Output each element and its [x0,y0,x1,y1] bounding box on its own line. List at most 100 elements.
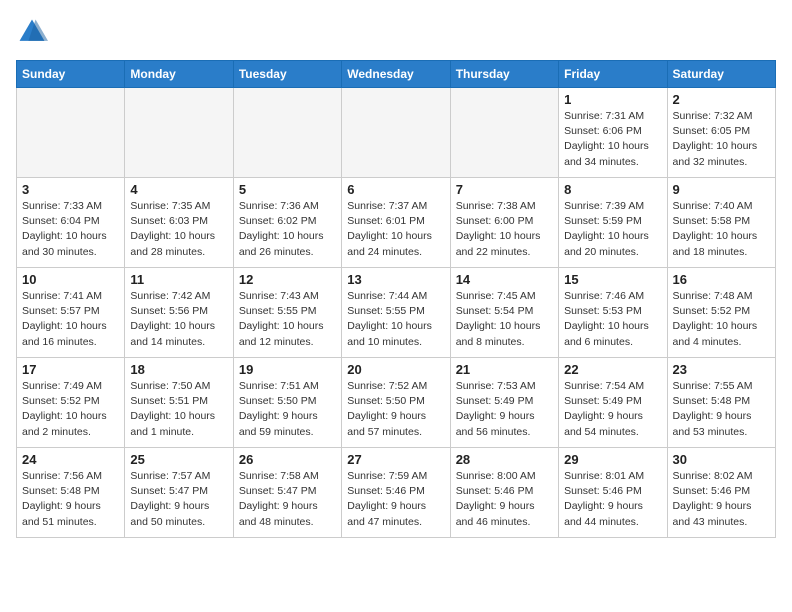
calendar-cell: 23 Sunrise: 7:55 AM Sunset: 5:48 PM Dayli… [667,358,775,448]
calendar-cell: 28 Sunrise: 8:00 AM Sunset: 5:46 PM Dayli… [450,448,558,538]
calendar-cell: 6 Sunrise: 7:37 AM Sunset: 6:01 PM Daylig… [342,178,450,268]
day-info: Sunrise: 7:54 AM Sunset: 5:49 PM Dayligh… [564,379,661,440]
day-info: Sunrise: 7:44 AM Sunset: 5:55 PM Dayligh… [347,289,444,350]
day-info: Sunrise: 8:02 AM Sunset: 5:46 PM Dayligh… [673,469,770,530]
day-info: Sunrise: 7:56 AM Sunset: 5:48 PM Dayligh… [22,469,119,530]
day-number: 10 [22,272,119,287]
day-info: Sunrise: 7:57 AM Sunset: 5:47 PM Dayligh… [130,469,227,530]
day-number: 17 [22,362,119,377]
day-info: Sunrise: 7:40 AM Sunset: 5:58 PM Dayligh… [673,199,770,260]
day-number: 6 [347,182,444,197]
calendar-cell: 14Sunrise: 7:45 AM Sunset: 5:54 PM Dayli… [450,268,558,358]
calendar-cell: 1 Sunrise: 7:31 AM Sunset: 6:06 PM Daylig… [559,88,667,178]
calendar-cell: 30Sunrise: 8:02 AM Sunset: 5:46 PM Dayli… [667,448,775,538]
calendar-cell: 12 Sunrise: 7:43 AM Sunset: 5:55 PM Dayli… [233,268,341,358]
calendar-cell: 21 Sunrise: 7:53 AM Sunset: 5:49 PM Dayli… [450,358,558,448]
day-number: 9 [673,182,770,197]
calendar-body: 1 Sunrise: 7:31 AM Sunset: 6:06 PM Daylig… [17,88,776,538]
calendar-cell: 24 Sunrise: 7:56 AM Sunset: 5:48 PM Dayli… [17,448,125,538]
day-info: Sunrise: 7:51 AM Sunset: 5:50 PM Dayligh… [239,379,336,440]
day-info: Sunrise: 7:48 AM Sunset: 5:52 PM Dayligh… [673,289,770,350]
day-number: 2 [673,92,770,107]
calendar-cell: 27 Sunrise: 7:59 AM Sunset: 5:46 PM Dayli… [342,448,450,538]
day-number: 11 [130,272,227,287]
day-info: Sunrise: 7:35 AM Sunset: 6:03 PM Dayligh… [130,199,227,260]
day-header: Saturday [667,61,775,88]
day-number: 5 [239,182,336,197]
calendar-week-row: 1 Sunrise: 7:31 AM Sunset: 6:06 PM Daylig… [17,88,776,178]
day-info: Sunrise: 7:36 AM Sunset: 6:02 PM Dayligh… [239,199,336,260]
calendar-cell [233,88,341,178]
day-number: 14 [456,272,553,287]
day-number: 28 [456,452,553,467]
day-info: Sunrise: 7:59 AM Sunset: 5:46 PM Dayligh… [347,469,444,530]
day-info: Sunrise: 7:32 AM Sunset: 6:05 PM Dayligh… [673,109,770,170]
day-info: Sunrise: 8:00 AM Sunset: 5:46 PM Dayligh… [456,469,553,530]
day-number: 19 [239,362,336,377]
day-info: Sunrise: 7:33 AM Sunset: 6:04 PM Dayligh… [22,199,119,260]
calendar-cell: 4 Sunrise: 7:35 AM Sunset: 6:03 PM Daylig… [125,178,233,268]
calendar-cell: 18 Sunrise: 7:50 AM Sunset: 5:51 PM Dayli… [125,358,233,448]
calendar-cell: 16 Sunrise: 7:48 AM Sunset: 5:52 PM Dayli… [667,268,775,358]
day-info: Sunrise: 7:58 AM Sunset: 5:47 PM Dayligh… [239,469,336,530]
day-number: 29 [564,452,661,467]
day-info: Sunrise: 7:38 AM Sunset: 6:00 PM Dayligh… [456,199,553,260]
day-number: 16 [673,272,770,287]
day-info: Sunrise: 7:37 AM Sunset: 6:01 PM Dayligh… [347,199,444,260]
calendar-cell: 8 Sunrise: 7:39 AM Sunset: 5:59 PM Daylig… [559,178,667,268]
calendar-cell: 3 Sunrise: 7:33 AM Sunset: 6:04 PM Daylig… [17,178,125,268]
day-number: 24 [22,452,119,467]
day-info: Sunrise: 7:43 AM Sunset: 5:55 PM Dayligh… [239,289,336,350]
day-header: Monday [125,61,233,88]
calendar-cell: 25 Sunrise: 7:57 AM Sunset: 5:47 PM Dayli… [125,448,233,538]
day-number: 27 [347,452,444,467]
day-info: Sunrise: 7:31 AM Sunset: 6:06 PM Dayligh… [564,109,661,170]
day-number: 3 [22,182,119,197]
day-info: Sunrise: 8:01 AM Sunset: 5:46 PM Dayligh… [564,469,661,530]
logo [16,16,52,48]
day-header: Tuesday [233,61,341,88]
day-info: Sunrise: 7:52 AM Sunset: 5:50 PM Dayligh… [347,379,444,440]
day-number: 25 [130,452,227,467]
calendar-cell: 26Sunrise: 7:58 AM Sunset: 5:47 PM Dayli… [233,448,341,538]
day-number: 1 [564,92,661,107]
day-info: Sunrise: 7:49 AM Sunset: 5:52 PM Dayligh… [22,379,119,440]
calendar-week-row: 10 Sunrise: 7:41 AM Sunset: 5:57 PM Dayli… [17,268,776,358]
day-info: Sunrise: 7:42 AM Sunset: 5:56 PM Dayligh… [130,289,227,350]
calendar-cell: 2 Sunrise: 7:32 AM Sunset: 6:05 PM Daylig… [667,88,775,178]
calendar-cell: 7 Sunrise: 7:38 AM Sunset: 6:00 PM Daylig… [450,178,558,268]
calendar-cell: 9 Sunrise: 7:40 AM Sunset: 5:58 PM Daylig… [667,178,775,268]
day-info: Sunrise: 7:39 AM Sunset: 5:59 PM Dayligh… [564,199,661,260]
day-number: 13 [347,272,444,287]
day-number: 21 [456,362,553,377]
day-number: 8 [564,182,661,197]
day-header: Sunday [17,61,125,88]
day-number: 4 [130,182,227,197]
day-info: Sunrise: 7:50 AM Sunset: 5:51 PM Dayligh… [130,379,227,440]
day-info: Sunrise: 7:55 AM Sunset: 5:48 PM Dayligh… [673,379,770,440]
calendar-cell: 13 Sunrise: 7:44 AM Sunset: 5:55 PM Dayli… [342,268,450,358]
calendar-week-row: 3 Sunrise: 7:33 AM Sunset: 6:04 PM Daylig… [17,178,776,268]
day-number: 18 [130,362,227,377]
day-number: 22 [564,362,661,377]
calendar-cell: 17 Sunrise: 7:49 AM Sunset: 5:52 PM Dayli… [17,358,125,448]
calendar-table: SundayMondayTuesdayWednesdayThursdayFrid… [16,60,776,538]
page-header [16,16,776,48]
day-info: Sunrise: 7:53 AM Sunset: 5:49 PM Dayligh… [456,379,553,440]
calendar-cell: 11 Sunrise: 7:42 AM Sunset: 5:56 PM Dayli… [125,268,233,358]
calendar-cell [17,88,125,178]
day-number: 12 [239,272,336,287]
calendar-week-row: 24 Sunrise: 7:56 AM Sunset: 5:48 PM Dayli… [17,448,776,538]
calendar-cell [342,88,450,178]
day-header: Wednesday [342,61,450,88]
calendar-header-row: SundayMondayTuesdayWednesdayThursdayFrid… [17,61,776,88]
day-info: Sunrise: 7:41 AM Sunset: 5:57 PM Dayligh… [22,289,119,350]
day-info: Sunrise: 7:46 AM Sunset: 5:53 PM Dayligh… [564,289,661,350]
calendar-cell: 5 Sunrise: 7:36 AM Sunset: 6:02 PM Daylig… [233,178,341,268]
day-number: 23 [673,362,770,377]
calendar-cell [125,88,233,178]
calendar-cell: 19 Sunrise: 7:51 AM Sunset: 5:50 PM Dayli… [233,358,341,448]
calendar-cell: 29 Sunrise: 8:01 AM Sunset: 5:46 PM Dayli… [559,448,667,538]
day-number: 7 [456,182,553,197]
day-number: 20 [347,362,444,377]
